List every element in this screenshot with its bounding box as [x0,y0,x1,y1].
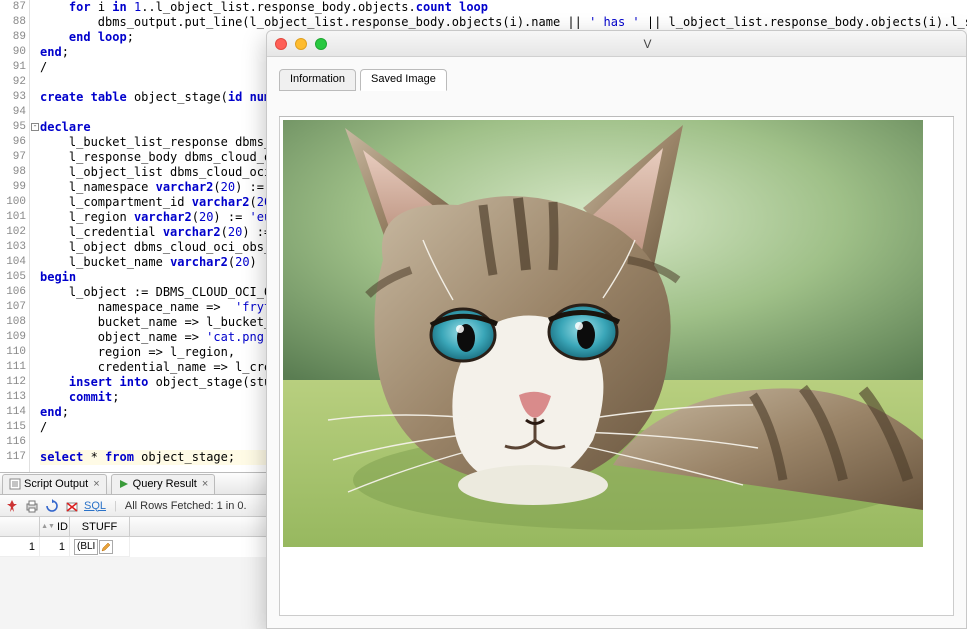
cell-stuff[interactable]: (BLI [70,537,130,557]
tab-query-result-label: Query Result [133,478,197,490]
image-viewer-window[interactable]: V Information Saved Image [266,30,967,629]
titlebar[interactable]: V [267,31,966,57]
sort-icon: ▲▼ [41,525,55,529]
col-header-id[interactable]: ▲▼ ID [40,517,70,536]
tab-script-output[interactable]: Script Output × [2,474,107,494]
tab-query-result[interactable]: Query Result × [111,474,216,494]
refresh-icon[interactable] [44,498,60,514]
tab-saved-image[interactable]: Saved Image [360,69,447,91]
col-header-id-label: ID [57,521,68,533]
pin-icon[interactable] [4,498,20,514]
cat-image [283,120,923,547]
sql-link[interactable]: SQL [84,500,106,512]
window-title: V [337,37,958,51]
close-window-button[interactable] [275,38,287,50]
fold-gutter: - [30,0,40,472]
tab-saved-image-label: Saved Image [371,73,436,85]
close-icon[interactable]: × [93,478,99,490]
tab-script-output-label: Script Output [24,478,88,490]
tab-information[interactable]: Information [279,69,356,91]
minimize-window-button[interactable] [295,38,307,50]
image-panel [279,117,954,616]
print-icon[interactable] [24,498,40,514]
tab-information-label: Information [290,73,345,85]
delete-icon[interactable] [64,498,80,514]
line-number-gutter: 8788899091929394959697989910010110210310… [0,0,30,472]
window-controls [275,38,327,50]
script-output-icon [9,478,21,490]
run-icon [118,478,130,490]
blob-value: (BLI [74,539,98,555]
viewer-tabs: Information Saved Image [279,69,954,91]
col-header-stuff[interactable]: STUFF [70,517,130,536]
zoom-window-button[interactable] [315,38,327,50]
cell-id[interactable]: 1 [40,537,70,557]
fetch-status: All Rows Fetched: 1 in 0. [125,500,247,512]
separator: | [114,500,117,512]
row-number: 1 [0,537,40,557]
viewer-body: Information Saved Image [267,57,966,628]
col-header-stuff-label: STUFF [82,521,117,533]
close-icon[interactable]: × [202,478,208,490]
fold-toggle[interactable]: - [31,123,39,131]
pencil-icon[interactable] [99,540,113,554]
grid-corner [0,517,40,536]
